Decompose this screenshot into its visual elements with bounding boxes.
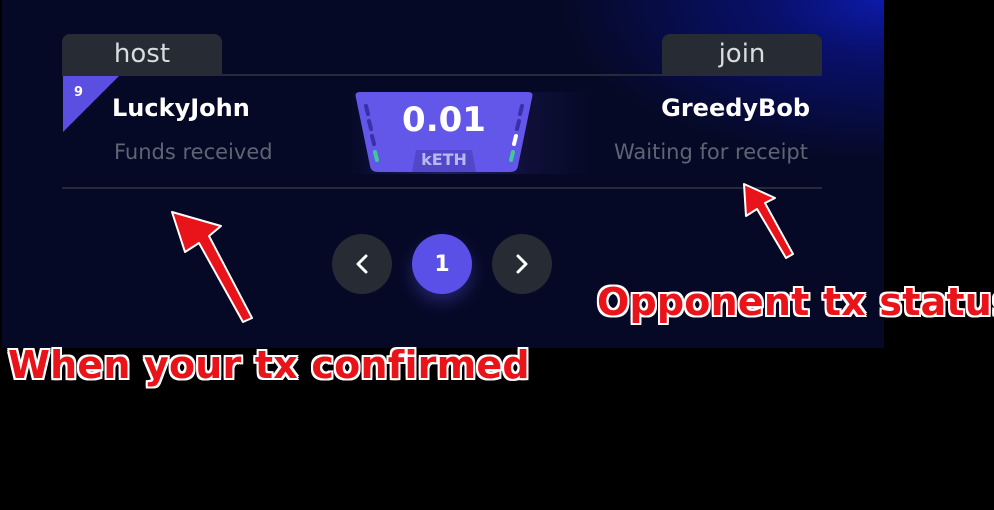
next-page-button[interactable] xyxy=(492,234,552,294)
page-1-button[interactable]: 1 xyxy=(412,234,472,294)
round-badge-number: 6 xyxy=(74,82,84,97)
tab-host[interactable]: host xyxy=(62,34,222,74)
page-number: 1 xyxy=(434,251,450,277)
stake-unit: kETH xyxy=(421,150,467,169)
chevron-left-icon xyxy=(356,254,368,274)
host-player-name: LuckyJohn xyxy=(112,94,250,122)
tab-host-label: host xyxy=(113,39,171,69)
round-badge xyxy=(63,76,119,132)
opponent-player-name: GreedyBob xyxy=(661,94,810,122)
tab-join[interactable]: join xyxy=(662,34,822,74)
annotation-opponent-tx-status: Opponent tx status xyxy=(597,280,994,324)
opponent-tx-status: Waiting for receipt xyxy=(613,140,808,164)
divider-top xyxy=(62,74,822,76)
divider-bottom xyxy=(62,187,822,189)
prev-page-button[interactable] xyxy=(332,234,392,294)
annotation-your-tx-confirmed: When your tx confirmed xyxy=(8,343,530,387)
tab-join-label: join xyxy=(718,39,766,69)
host-tx-status: Funds received xyxy=(114,140,273,164)
chevron-right-icon xyxy=(516,254,528,274)
stake-amount: 0.01 xyxy=(402,100,486,140)
